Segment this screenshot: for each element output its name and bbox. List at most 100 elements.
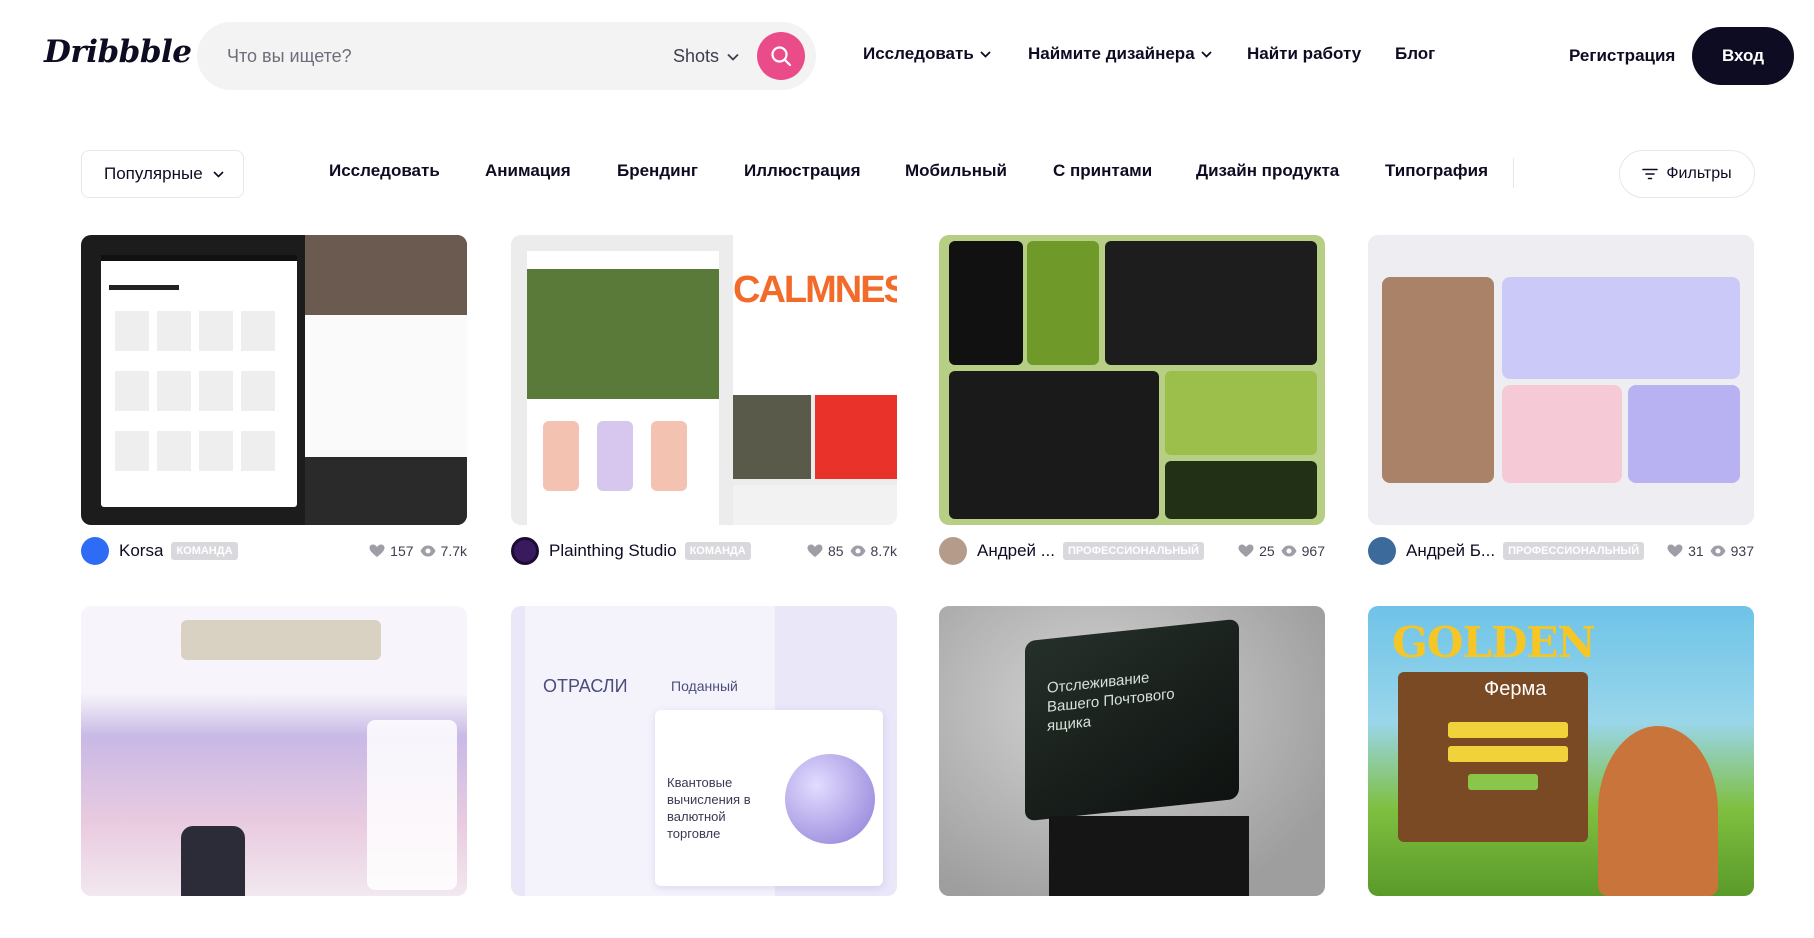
tab-print[interactable]: С принтами — [1053, 161, 1152, 181]
search-input[interactable] — [227, 42, 627, 70]
shot-body-text: Квантовые вычисления в валютной торговле — [667, 775, 751, 841]
sort-label: Популярные — [104, 164, 203, 183]
like-count: 31 — [1688, 543, 1704, 559]
search-bar: Shots — [197, 22, 816, 90]
chevron-down-icon — [1201, 50, 1212, 58]
like-count: 25 — [1259, 543, 1275, 559]
category-divider — [1513, 158, 1514, 188]
author-name[interactable]: Андрей Б... — [1406, 541, 1495, 561]
like-count: 157 — [390, 543, 414, 559]
filter-icon — [1642, 168, 1659, 180]
shot-meta — [511, 906, 897, 938]
eye-icon — [420, 545, 436, 557]
heart-icon — [1238, 544, 1254, 557]
search-button[interactable] — [757, 32, 805, 80]
author-name[interactable]: Андрей ... — [977, 541, 1055, 561]
shot-meta — [1368, 906, 1754, 938]
chevron-down-icon — [213, 170, 224, 178]
nav-explore-label: Исследовать — [863, 44, 974, 63]
shot-heading: ОТРАСЛИ — [543, 676, 628, 696]
filters-label: Фильтры — [1666, 165, 1732, 182]
signup-label: Регистрация — [1569, 46, 1676, 65]
avatar[interactable] — [939, 537, 967, 565]
shot-preview-store — [101, 255, 297, 507]
tab-branding[interactable]: Брендинг — [617, 161, 698, 181]
tab-explore[interactable]: Исследовать — [329, 161, 440, 181]
shot-thumbnail[interactable] — [939, 235, 1325, 525]
shot-game-subtitle: Ферма — [1484, 678, 1547, 700]
views: 937 — [1710, 543, 1754, 559]
header: Dribbble Shots Исследовать Наймите дизай… — [0, 0, 1814, 112]
shot-meta: Андрей ... ПРОФЕССИОНАЛЬНЫЙ 25 967 — [939, 535, 1325, 567]
team-badge: КОМАНДА — [171, 542, 238, 560]
likes[interactable]: 85 — [807, 543, 844, 559]
shot-meta — [939, 906, 1325, 938]
nav-explore[interactable]: Исследовать — [863, 44, 991, 64]
avatar[interactable] — [81, 537, 109, 565]
author-name[interactable]: Plainthing Studio — [549, 541, 677, 561]
shot-meta: Андрей Б... ПРОФЕССИОНАЛЬНЫЙ 31 937 — [1368, 535, 1754, 567]
shot-word: CALMNESS — [733, 269, 897, 311]
heart-icon — [369, 544, 385, 557]
view-count: 937 — [1730, 543, 1754, 559]
shot-game-title: GOLDEN — [1392, 618, 1596, 667]
like-count: 85 — [827, 543, 844, 559]
likes[interactable]: 31 — [1667, 543, 1704, 559]
heart-icon — [807, 544, 823, 557]
shot-meta: Plainthing Studio КОМАНДА 85 8.7k — [511, 535, 897, 567]
author-name[interactable]: Korsa — [119, 541, 163, 561]
sort-dropdown[interactable]: Популярные — [81, 150, 244, 198]
shot-stats: 25 967 — [1238, 543, 1325, 559]
shot-meta: Korsa КОМАНДА 157 7.7k — [81, 535, 467, 567]
shot-thumbnail[interactable] — [81, 235, 467, 525]
shot-screen-title: Отслеживание Вашего Почтового ящика — [1047, 669, 1175, 735]
tab-typography[interactable]: Типография — [1385, 161, 1488, 181]
chevron-down-icon — [727, 53, 739, 61]
views: 8.7k — [850, 543, 897, 559]
shot-stats: 85 8.7k — [807, 543, 897, 559]
shot-stats: 157 7.7k — [369, 543, 467, 559]
team-badge: КОМАНДА — [684, 542, 751, 560]
search-type-label: Shots — [673, 46, 720, 66]
nav-find-job[interactable]: Найти работу — [1247, 44, 1361, 64]
heart-icon — [1667, 544, 1683, 557]
shot-thumbnail[interactable] — [1368, 235, 1754, 525]
tab-mobile[interactable]: Мобильный — [905, 161, 1007, 181]
shot-thumbnail[interactable]: CALMNESS — [511, 235, 897, 525]
shot-meta — [81, 906, 467, 938]
shot-thumbnail[interactable]: GOLDEN Ферма — [1368, 606, 1754, 896]
shot-stats: 31 937 — [1667, 543, 1754, 559]
nav-blog-label: Блог — [1395, 44, 1436, 63]
nav-find-job-label: Найти работу — [1247, 44, 1362, 63]
eye-icon — [1281, 545, 1297, 557]
tab-animation[interactable]: Анимация — [485, 161, 571, 181]
tab-product-design[interactable]: Дизайн продукта — [1196, 161, 1339, 181]
shot-thumbnail[interactable]: Отслеживание Вашего Почтового ящика — [939, 606, 1325, 896]
views: 7.7k — [420, 543, 467, 559]
search-type-select[interactable]: Shots — [673, 46, 739, 67]
nav-blog[interactable]: Блог — [1395, 44, 1435, 64]
tab-illustration[interactable]: Иллюстрация — [744, 161, 861, 181]
pro-badge: ПРОФЕССИОНАЛЬНЫЙ — [1503, 542, 1645, 560]
likes[interactable]: 157 — [369, 543, 414, 559]
signup-link[interactable]: Регистрация — [1569, 46, 1675, 66]
avatar[interactable] — [511, 537, 539, 565]
pro-badge: ПРОФЕССИОНАЛЬНЫЙ — [1062, 542, 1204, 560]
nav-hire-designer[interactable]: Наймите дизайнера — [1028, 44, 1212, 64]
view-count: 7.7k — [440, 543, 467, 559]
chevron-down-icon — [980, 50, 991, 58]
avatar[interactable] — [1368, 537, 1396, 565]
shot-thumbnail[interactable]: ОТРАСЛИ Поданный Квантовые вычисления в … — [511, 606, 897, 896]
login-button[interactable]: Вход — [1692, 27, 1794, 85]
filters-button[interactable]: Фильтры — [1619, 150, 1755, 198]
eye-icon — [850, 545, 866, 557]
search-icon — [771, 46, 792, 67]
nav-hire-designer-label: Наймите дизайнера — [1028, 44, 1195, 63]
shot-thumbnail[interactable] — [81, 606, 467, 896]
dribbble-logo[interactable]: Dribbble — [44, 34, 192, 70]
shot-subheading: Поданный — [671, 678, 738, 694]
view-count: 8.7k — [870, 543, 897, 559]
views: 967 — [1281, 543, 1325, 559]
likes[interactable]: 25 — [1238, 543, 1275, 559]
view-count: 967 — [1301, 543, 1325, 559]
